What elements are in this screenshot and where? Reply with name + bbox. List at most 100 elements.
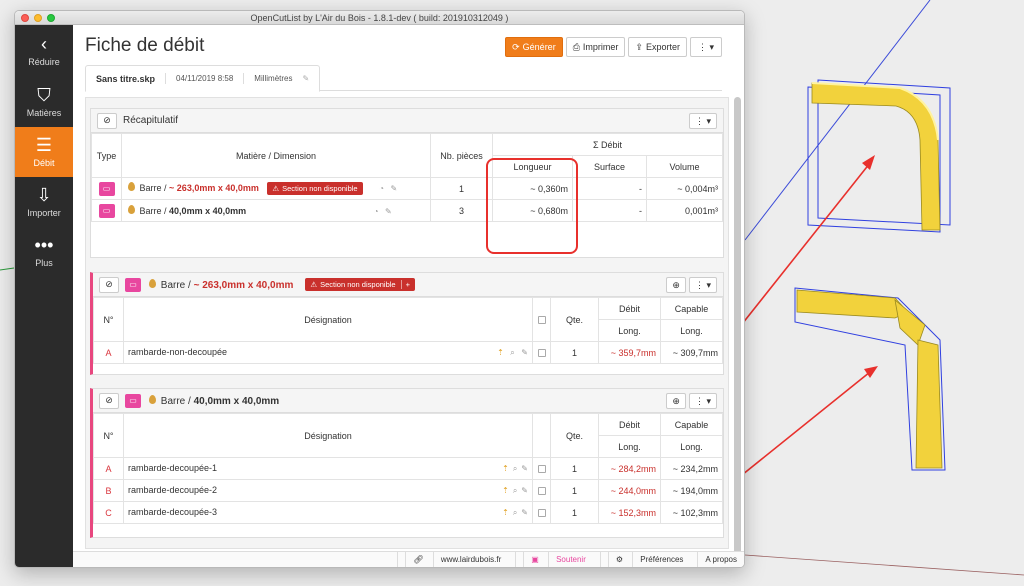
more-vertical-icon: ⋮ ▾	[694, 115, 711, 126]
sidebar-item-reduce[interactable]: ‹ Réduire	[15, 25, 73, 77]
refresh-icon: ⟳	[512, 41, 520, 52]
table-row[interactable]: C rambarde-decoupée-3 ⇡ ⌕ ✎ 1 ~ 152,3mm ~ …	[93, 501, 723, 524]
select-all-checkbox[interactable]	[537, 316, 546, 325]
eye-slash-icon: ⊘	[103, 115, 111, 125]
rail-cut-model[interactable]	[794, 287, 946, 471]
table-row[interactable]: B rambarde-decoupée-2 ⇡ ⌕ ✎ 1 ~ 244,0mm ~ …	[93, 479, 723, 502]
window-title: OpenCutList by L'Air du Bois - 1.8.1-dev…	[250, 13, 509, 23]
row-checkbox[interactable]	[537, 487, 546, 496]
pencil-icon[interactable]: ✎	[521, 464, 528, 473]
toolbar: ⟳ Générer ⎙ Imprimer ⇪ Exporter ⋮ ▾	[505, 37, 722, 57]
material-type-icon: ▭	[98, 203, 115, 218]
pencil-icon[interactable]: ✎	[521, 348, 528, 357]
unit-label: Millimètres	[254, 74, 293, 83]
preferences-link[interactable]: ⚙ Préférences	[599, 551, 698, 567]
pencil-icon[interactable]: ✎	[521, 508, 528, 517]
grain-icon: ⇡	[502, 508, 509, 517]
col-debit: Σ Débit	[492, 133, 723, 156]
hide-toggle-button[interactable]: ⊘	[97, 112, 117, 129]
eye-slash-icon: ⊘	[105, 395, 113, 405]
summary-menu-button[interactable]: ⋮ ▾	[688, 113, 717, 129]
more-vertical-icon: ⋮ ▾	[694, 395, 711, 406]
dimensions-button[interactable]: ⊕	[666, 393, 686, 409]
app-window: OpenCutList by L'Air du Bois - 1.8.1-dev…	[14, 10, 745, 568]
maximize-window-button[interactable]	[47, 14, 55, 22]
about-link[interactable]: A propos	[697, 551, 744, 567]
add-section-button[interactable]: +	[400, 280, 410, 289]
parts-table: N° Désignation Qte. Débit Capable Long. …	[93, 413, 723, 524]
more-icon: •••	[34, 235, 54, 255]
export-button[interactable]: ⇪ Exporter	[628, 37, 687, 57]
file-name: Sans titre.skp	[96, 73, 156, 84]
group-panel-1: ⊘ ▭ Barre / ~ 263,0mm x 40,0mm ⚠ Section …	[90, 272, 724, 375]
support-link[interactable]: ▣ Soutenir	[515, 551, 600, 567]
col-type: Type	[91, 133, 122, 178]
table-row[interactable]: A rambarde-decoupée-1 ⇡ ⌕ ✎ 1 ~ 284,2mm ~ …	[93, 457, 723, 480]
group-panel-2: ⊘ ▭ Barre / 40,0mm x 40,0mm ⊕ ⋮ ▾ N° Dés…	[90, 388, 724, 538]
sidebar-item-materials[interactable]: ⛉ Matières	[15, 77, 73, 127]
info-icon[interactable]: ◔	[374, 207, 379, 216]
eye-slash-icon: ⊘	[105, 279, 113, 289]
options-menu-button[interactable]: ⋮ ▾	[689, 37, 722, 57]
row-checkbox[interactable]	[537, 465, 546, 474]
export-icon: ⇪	[635, 41, 643, 52]
sidebar-item-cutlist[interactable]: ☰ Débit	[15, 127, 73, 177]
summary-panel: ⊘ Récapitulatif ⋮ ▾ Type Matière / Dimen…	[90, 108, 724, 258]
tab-bar: Sans titre.skp 04/11/2019 8:58 Millimètr…	[85, 65, 722, 92]
gear-icon: ⚙	[607, 551, 630, 567]
warning-icon: ⚠	[272, 184, 280, 193]
table-row[interactable]: ▭ Barre / 40,0mm x 40,0mm ◔ ✎ 3 ~ 0,680m…	[91, 199, 723, 222]
search-icon[interactable]: ⌕	[513, 508, 517, 517]
more-vertical-icon: ⋮ ▾	[697, 41, 714, 52]
list-icon: ☰	[35, 135, 53, 155]
row-checkbox[interactable]	[537, 349, 546, 358]
status-badge: ⚠ Section non disponible +	[305, 278, 415, 291]
wood-drop-icon	[149, 394, 156, 404]
pencil-icon[interactable]: ✎	[385, 207, 392, 216]
pencil-icon[interactable]: ✎	[303, 74, 310, 83]
grain-icon: ⇡	[502, 486, 509, 495]
title-bar: OpenCutList by L'Air du Bois - 1.8.1-dev…	[15, 11, 744, 25]
close-window-button[interactable]	[21, 14, 29, 22]
dimensions-icon: ⊕	[672, 395, 680, 406]
summary-header: ⊘ Récapitulatif ⋮ ▾	[91, 109, 723, 133]
search-icon[interactable]: ⌕	[513, 464, 517, 473]
dimensions-icon: ⊕	[672, 279, 680, 290]
minimize-window-button[interactable]	[34, 14, 42, 22]
pencil-icon[interactable]: ✎	[521, 486, 528, 495]
material-type-icon: ▭	[125, 393, 141, 408]
rail-uncut-model[interactable]	[807, 79, 951, 233]
grain-icon: ⇡	[502, 464, 509, 473]
sidebar-item-more[interactable]: ••• Plus	[15, 227, 73, 277]
tab-file[interactable]: Sans titre.skp 04/11/2019 8:58 Millimètr…	[85, 65, 321, 92]
axis-line-green	[0, 267, 15, 271]
warning-icon: ⚠	[310, 280, 318, 289]
table-row[interactable]: ▭ Barre / ~ 263,0mm x 40,0mm ⚠ Section no…	[91, 177, 723, 200]
search-icon[interactable]: ⌕	[510, 348, 514, 357]
table-row[interactable]: A rambarde-non-decoupée ⇡ ⌕ ✎ 1 ~ 359,7m…	[93, 341, 723, 364]
annotation-arrow	[726, 366, 878, 488]
search-icon[interactable]: ⌕	[513, 486, 517, 495]
generate-button[interactable]: ⟳ Générer	[505, 37, 563, 57]
summary-title: Récapitulatif	[123, 115, 179, 126]
sidebar-item-import[interactable]: ⇩ Importer	[15, 177, 73, 227]
print-button[interactable]: ⎙ Imprimer	[565, 37, 626, 57]
group-menu-button[interactable]: ⋮ ▾	[688, 393, 717, 409]
hide-toggle-button[interactable]: ⊘	[99, 392, 119, 409]
col-count: Nb. pièces	[430, 133, 493, 178]
info-icon[interactable]: ◔	[379, 184, 384, 193]
hide-toggle-button[interactable]: ⊘	[99, 276, 119, 293]
col-surface: Surface	[572, 155, 647, 178]
website-link[interactable]: 🔗︎ www.lairdubois.fr	[397, 551, 515, 567]
sidebar: ‹ Réduire ⛉ Matières ☰ Débit ⇩ Importer …	[15, 25, 73, 567]
scrollbar[interactable]	[734, 97, 741, 557]
footer: 🔗︎ www.lairdubois.fr ▣ Soutenir ⚙ Préfér…	[73, 551, 744, 567]
group-menu-button[interactable]: ⋮ ▾	[688, 277, 717, 293]
chevron-left-icon: ‹	[41, 34, 47, 54]
material-type-icon: ▭	[98, 181, 115, 196]
dimensions-button[interactable]: ⊕	[666, 277, 686, 293]
row-checkbox[interactable]	[537, 509, 546, 518]
material-type-icon: ▭	[125, 277, 141, 292]
pencil-icon[interactable]: ✎	[390, 184, 397, 193]
file-date: 04/11/2019 8:58	[176, 74, 234, 83]
